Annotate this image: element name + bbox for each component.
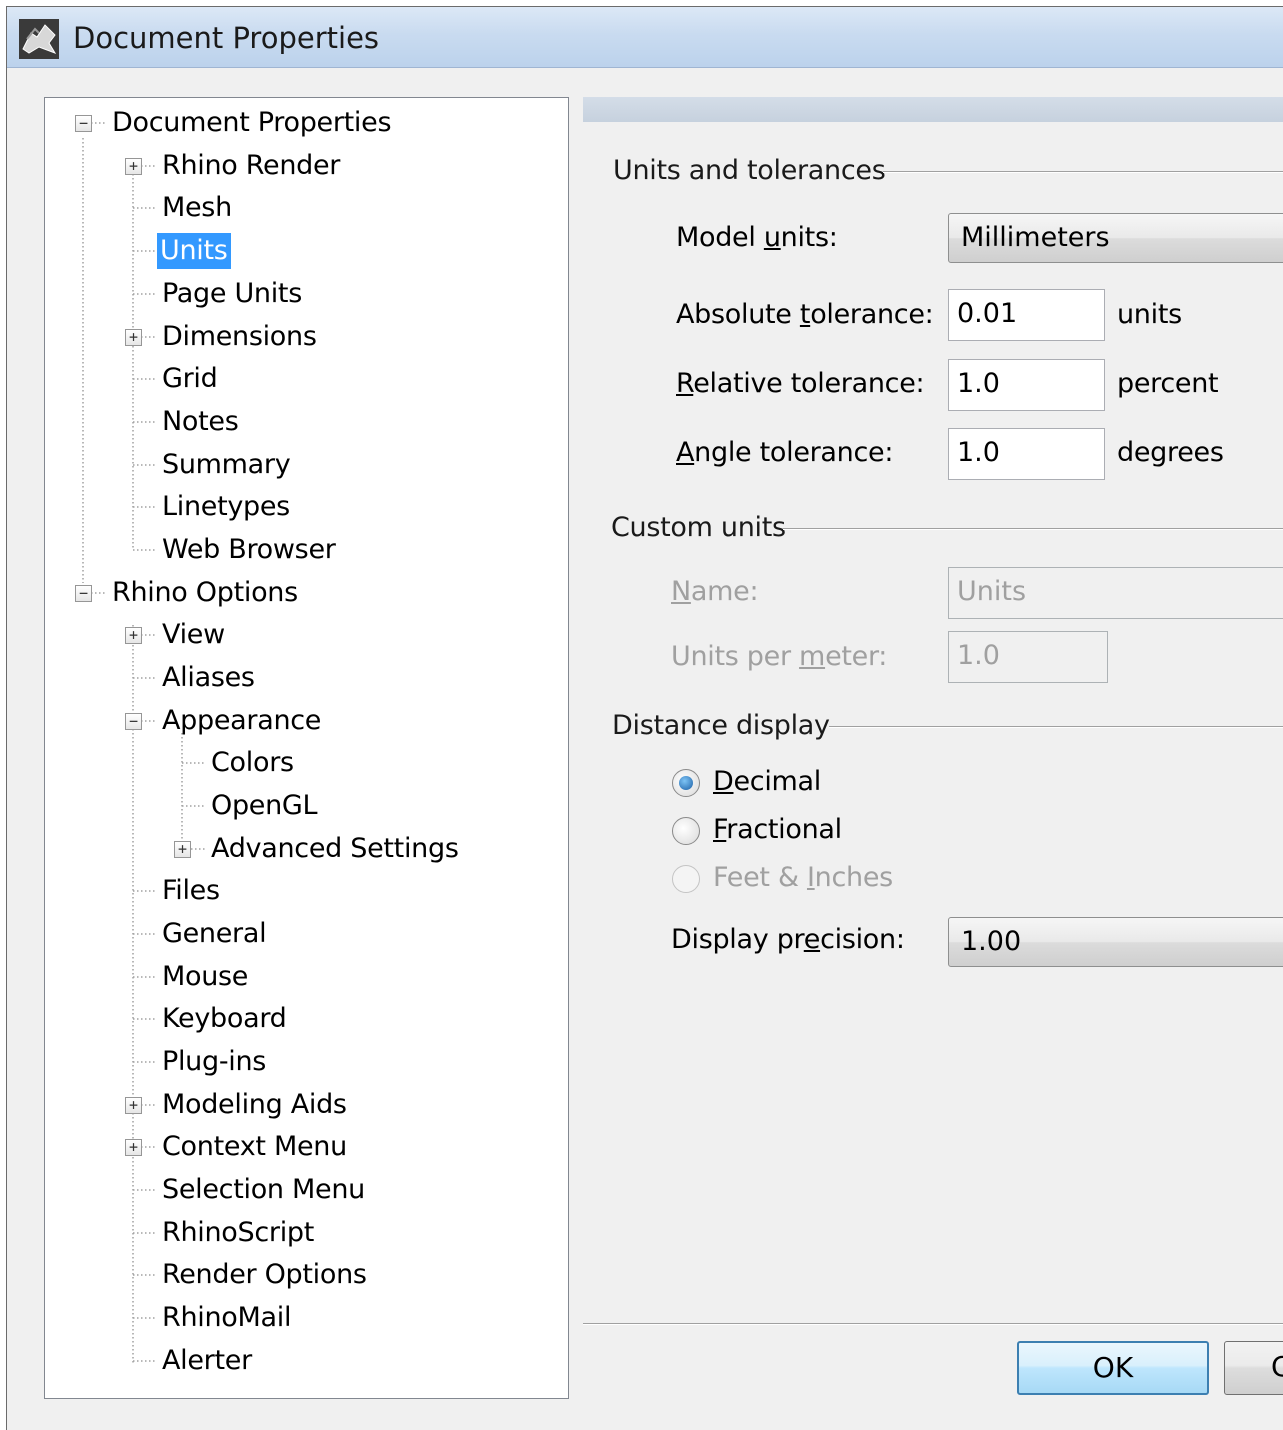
rhino-app-icon [19, 19, 59, 59]
tree-item-units[interactable]: Units [157, 233, 231, 269]
panel-header-strip [583, 97, 1283, 122]
expand-icon[interactable]: + [125, 158, 142, 175]
tree-item-advanced-settings[interactable]: Advanced Settings [208, 831, 462, 867]
document-properties-dialog: Document Properties − + + − + − + + + Do… [6, 6, 1283, 1430]
angle-tolerance-unit: degrees [1117, 437, 1224, 468]
custom-units-group-title: Custom units [611, 512, 786, 543]
tree-item-general[interactable]: General [159, 916, 269, 952]
cancel-button[interactable]: C [1224, 1341, 1283, 1395]
expand-icon[interactable]: + [125, 627, 142, 644]
decimal-radio-label[interactable]: Decimal [713, 766, 821, 797]
expand-icon[interactable]: + [125, 1097, 142, 1114]
absolute-tolerance-label: Absolute tolerance: [676, 299, 934, 330]
display-precision-dropdown[interactable]: 1.00 [948, 917, 1283, 967]
tree-item-alerter[interactable]: Alerter [159, 1343, 255, 1379]
tree-item-web-browser[interactable]: Web Browser [159, 532, 339, 568]
fractional-radio[interactable] [672, 817, 700, 845]
custom-units-name-label: Name: [671, 576, 759, 607]
angle-tolerance-input[interactable]: 1.0 [948, 428, 1105, 480]
expand-icon[interactable]: + [174, 841, 191, 858]
expand-icon[interactable]: + [125, 1139, 142, 1156]
group-divider [783, 528, 1283, 530]
tree-item-mesh[interactable]: Mesh [159, 190, 235, 226]
angle-tolerance-label: Angle tolerance: [676, 437, 894, 468]
tree-item-modeling-aids[interactable]: Modeling Aids [159, 1087, 350, 1123]
group-divider [883, 171, 1283, 173]
tree-item-render-options[interactable]: Render Options [159, 1257, 370, 1293]
tree-item-notes[interactable]: Notes [159, 404, 241, 440]
tree-item-colors[interactable]: Colors [208, 745, 297, 781]
display-precision-label: Display precision: [671, 924, 905, 955]
tree-item-grid[interactable]: Grid [159, 361, 220, 397]
feet-inches-radio-label[interactable]: Feet & Inches [713, 862, 893, 893]
tree-item-rhino-render[interactable]: Rhino Render [159, 148, 343, 184]
tree-item-opengl[interactable]: OpenGL [208, 788, 320, 824]
tree-item-rhinomail[interactable]: RhinoMail [159, 1300, 294, 1336]
tree-item-mouse[interactable]: Mouse [159, 959, 251, 995]
units-per-meter-label: Units per meter: [671, 641, 888, 672]
tree-item-selection-menu[interactable]: Selection Menu [159, 1172, 368, 1208]
tree-item-document-properties[interactable]: Document Properties [109, 105, 394, 141]
absolute-tolerance-input[interactable]: 0.01 [948, 289, 1105, 341]
relative-tolerance-unit: percent [1117, 368, 1219, 399]
tree-item-aliases[interactable]: Aliases [159, 660, 258, 696]
model-units-label: Model units: [676, 222, 838, 253]
tree-item-view[interactable]: View [159, 617, 228, 653]
decimal-radio[interactable] [672, 769, 700, 797]
tree-item-appearance[interactable]: Appearance [159, 703, 324, 739]
custom-units-name-input[interactable]: Units [948, 567, 1283, 619]
tree-item-plug-ins[interactable]: Plug-ins [159, 1044, 269, 1080]
units-per-meter-input[interactable]: 1.0 [948, 631, 1108, 683]
window-title: Document Properties [73, 21, 380, 55]
collapse-icon[interactable]: − [125, 713, 142, 730]
tree-item-files[interactable]: Files [159, 873, 223, 909]
collapse-icon[interactable]: − [75, 585, 92, 602]
fractional-radio-label[interactable]: Fractional [713, 814, 842, 845]
tree-item-summary[interactable]: Summary [159, 447, 293, 483]
button-separator [583, 1323, 1283, 1325]
ok-button[interactable]: OK [1017, 1341, 1209, 1395]
tree-item-rhinoscript[interactable]: RhinoScript [159, 1215, 317, 1251]
group-divider [829, 726, 1283, 728]
feet-inches-radio[interactable] [672, 865, 700, 893]
units-tolerances-group-title: Units and tolerances [613, 155, 886, 186]
tree-item-keyboard[interactable]: Keyboard [159, 1001, 290, 1037]
tree-item-linetypes[interactable]: Linetypes [159, 489, 293, 525]
absolute-tolerance-unit: units [1117, 299, 1182, 330]
tree-item-rhino-options[interactable]: Rhino Options [109, 575, 301, 611]
relative-tolerance-input[interactable]: 1.0 [948, 359, 1105, 411]
collapse-icon[interactable]: − [75, 115, 92, 132]
tree-item-dimensions[interactable]: Dimensions [159, 319, 320, 355]
tree-item-page-units[interactable]: Page Units [159, 276, 305, 312]
model-units-dropdown[interactable]: Millimeters [948, 213, 1283, 263]
tree-item-context-menu[interactable]: Context Menu [159, 1129, 350, 1165]
expand-icon[interactable]: + [125, 329, 142, 346]
options-tree[interactable]: − + + − + − + + + Document Properties Rh… [44, 97, 569, 1399]
distance-display-group-title: Distance display [612, 710, 830, 741]
relative-tolerance-label: Relative tolerance: [676, 368, 925, 399]
title-bar[interactable]: Document Properties [7, 7, 1283, 68]
